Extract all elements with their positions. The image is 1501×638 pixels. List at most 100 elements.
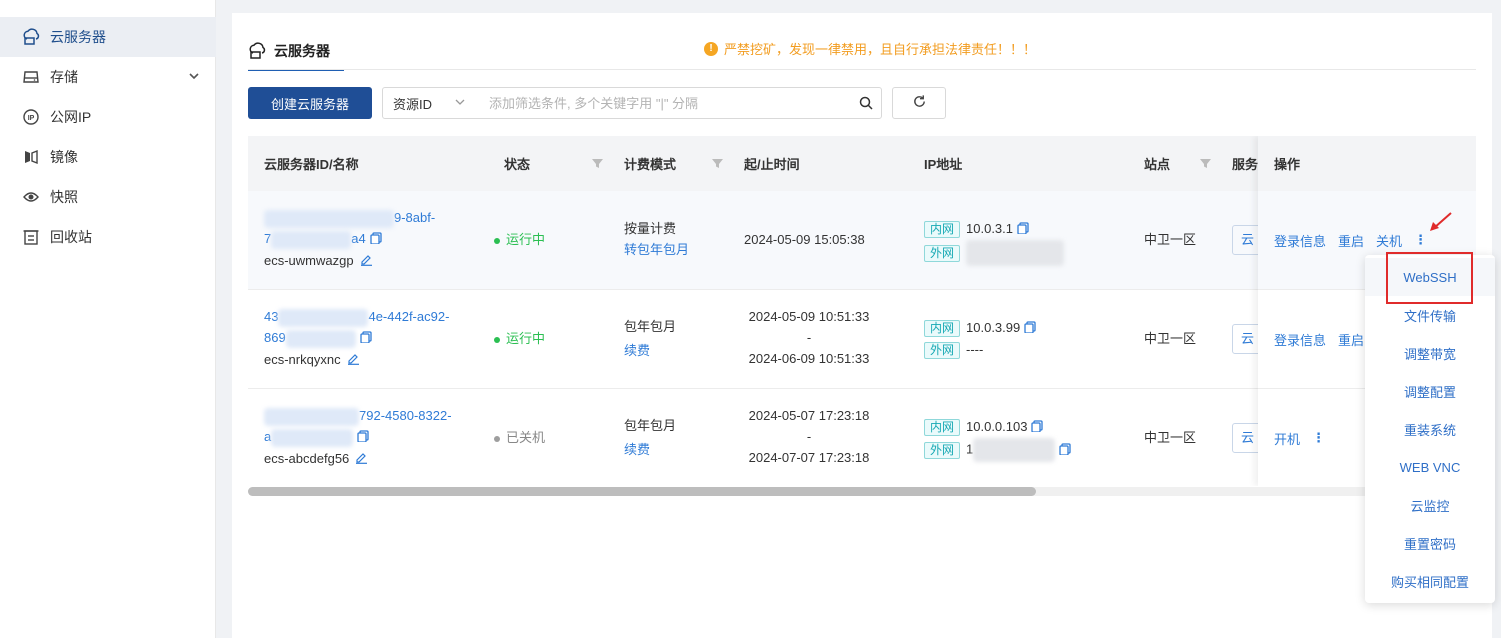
storage-icon <box>22 68 40 86</box>
redacted-text <box>966 240 1065 267</box>
copy-icon[interactable] <box>1024 318 1036 339</box>
filter-icon[interactable] <box>712 157 723 172</box>
redacted-text <box>271 230 352 249</box>
redacted-text <box>264 407 359 426</box>
outer-network-tag: 外网 <box>924 342 961 360</box>
login-info-link[interactable]: 登录信息 <box>1274 330 1326 349</box>
svg-text:IP: IP <box>28 115 35 122</box>
server-name: ecs-uwmwazgp <box>264 253 354 269</box>
search-input[interactable] <box>489 95 851 111</box>
server-id-link[interactable]: 792-4580-8322- <box>359 408 452 423</box>
filter-icon[interactable] <box>1200 157 1211 172</box>
col-id-name: 云服务器ID/名称 <box>264 157 359 172</box>
redacted-text <box>285 329 356 348</box>
server-id-link[interactable]: a <box>264 429 271 444</box>
menu-item-reset-password[interactable]: 重置密码 <box>1365 524 1495 562</box>
server-id-cell: 9-8abf- 7 a4 ecs-uwmwazgp <box>264 207 435 272</box>
status-text: 运行中 <box>506 331 546 346</box>
sidebar-item-recycle-bin[interactable]: 回收站 <box>0 217 216 257</box>
redacted-text <box>973 438 1056 463</box>
create-server-button[interactable]: 创建云服务器 <box>248 87 372 119</box>
copy-icon[interactable] <box>1017 219 1029 240</box>
sidebar-item-cloud-server[interactable]: 云服务器 <box>0 17 216 57</box>
sidebar-item-label: 云服务器 <box>50 29 106 45</box>
server-id-link[interactable]: 43 <box>264 309 278 324</box>
server-id-link[interactable]: 869 <box>264 330 286 345</box>
tab-cloud-server[interactable]: 云服务器 <box>248 33 344 71</box>
end-time: 2024-07-07 17:23:18 <box>748 450 870 465</box>
tab-label: 云服务器 <box>274 43 330 59</box>
edit-icon[interactable] <box>347 350 360 371</box>
server-id-link[interactable]: 4e-442f-ac92- <box>368 309 449 324</box>
refresh-button[interactable] <box>892 87 946 119</box>
col-time: 起/止时间 <box>744 157 800 172</box>
sidebar-item-storage[interactable]: 存储 <box>0 57 216 97</box>
edit-icon[interactable] <box>360 251 373 272</box>
more-actions-icon[interactable]: ⋮ <box>1312 430 1325 446</box>
col-ip: IP地址 <box>924 157 963 172</box>
resource-filter-select[interactable]: 资源ID <box>383 94 489 113</box>
sidebar-item-label: 回收站 <box>50 229 92 245</box>
shutdown-link[interactable]: 关机 <box>1376 231 1402 250</box>
outer-network-tag: 外网 <box>924 244 961 262</box>
menu-item-cloud-monitor[interactable]: 云监控 <box>1365 486 1495 524</box>
server-id-link[interactable]: a4 <box>351 231 365 246</box>
copy-icon[interactable] <box>370 229 382 250</box>
menu-item-reinstall-os[interactable]: 重装系统 <box>1365 410 1495 448</box>
server-name: ecs-abcdefg56 <box>264 451 350 467</box>
filter-search-bar: 资源ID <box>382 87 882 119</box>
redacted-text <box>271 428 354 447</box>
copy-icon[interactable] <box>1031 417 1044 438</box>
sidebar-item-image[interactable]: 镜像 <box>0 137 216 177</box>
resource-filter-value: 资源ID <box>393 96 433 112</box>
search-icon[interactable] <box>851 96 881 110</box>
end-time: 2024-06-09 10:51:33 <box>748 351 870 366</box>
menu-item-web-vnc[interactable]: WEB VNC <box>1365 448 1495 486</box>
sidebar-item-label: 镜像 <box>50 149 78 165</box>
sidebar-item-label: 公网IP <box>50 109 92 125</box>
server-id-link[interactable]: 9-8abf- <box>394 210 435 225</box>
red-arrow-icon <box>1426 210 1454 237</box>
copy-icon[interactable] <box>1059 440 1071 461</box>
filter-icon[interactable] <box>592 157 603 172</box>
menu-item-adjust-bandwidth[interactable]: 调整带宽 <box>1365 334 1495 372</box>
tab-divider <box>248 69 1476 70</box>
restart-link[interactable]: 重启 <box>1338 330 1364 349</box>
chevron-down-icon[interactable] <box>188 69 200 85</box>
outer-network-tag: 外网 <box>924 441 961 459</box>
col-site: 站点 <box>1144 157 1171 172</box>
site-cell: 中卫一区 <box>1144 430 1197 445</box>
refresh-icon <box>912 94 927 112</box>
power-on-link[interactable]: 开机 <box>1274 429 1300 448</box>
status-dot <box>494 336 500 343</box>
inner-network-tag: 内网 <box>924 419 961 437</box>
col-service: 服务 <box>1232 157 1259 172</box>
time-cell: 2024-05-09 10:51:33 - 2024-06-09 10:51:3… <box>744 306 874 369</box>
convert-billing-link[interactable]: 转包年包月 <box>624 239 689 260</box>
copy-icon[interactable] <box>357 427 369 448</box>
server-id-link[interactable]: 7 <box>264 231 271 246</box>
start-time: 2024-05-07 17:23:18 <box>748 408 870 423</box>
renew-link[interactable]: 续费 <box>624 438 676 462</box>
scrollbar-thumb[interactable] <box>248 487 1036 496</box>
restart-link[interactable]: 重启 <box>1338 231 1364 250</box>
menu-item-buy-same-config[interactable]: 购买相同配置 <box>1365 562 1495 600</box>
horizontal-scrollbar[interactable] <box>248 487 1476 496</box>
sidebar-item-snapshot[interactable]: 快照 <box>0 177 216 217</box>
menu-item-adjust-config[interactable]: 调整配置 <box>1365 372 1495 410</box>
col-operations: 操作 <box>1258 136 1476 191</box>
server-id-cell: 43 4e-442f-ac92- 869 ecs-nrkqyxnc <box>264 306 449 371</box>
edit-icon[interactable] <box>355 449 368 470</box>
redacted-text <box>264 209 394 228</box>
billing-cell: 包年包月 续费 <box>624 414 676 462</box>
site-cell: 中卫一区 <box>1144 232 1197 247</box>
server-table: 云服务器ID/名称 状态 计费模式 起/止时间 IP地址 站点 服务 9-8ab… <box>248 136 1476 486</box>
status-text: 已关机 <box>506 430 546 445</box>
login-info-link[interactable]: 登录信息 <box>1274 231 1326 250</box>
sidebar-item-public-ip[interactable]: IP 公网IP <box>0 97 216 137</box>
inner-ip: 10.0.3.99 <box>966 320 1021 335</box>
snapshot-icon <box>22 188 40 206</box>
status-cell: 已关机 <box>494 427 545 448</box>
renew-link[interactable]: 续费 <box>624 339 676 363</box>
copy-icon[interactable] <box>360 328 372 349</box>
